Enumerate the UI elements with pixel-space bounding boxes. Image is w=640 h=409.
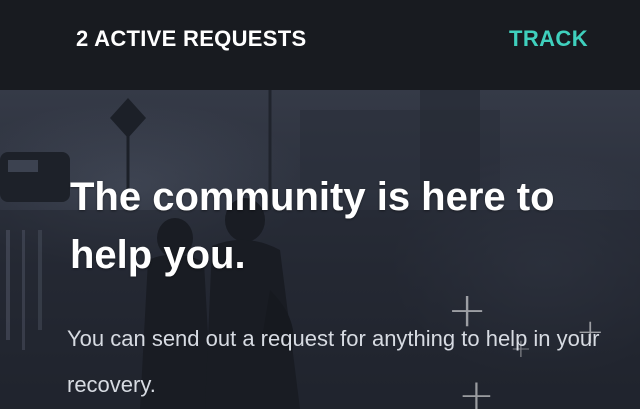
hero-subtext: You can send out a request for anything …: [67, 326, 600, 397]
hero-headline: The community is here to help you.: [70, 175, 555, 277]
active-requests-label[interactable]: 2 ACTIVE REQUESTS: [76, 26, 306, 52]
track-button[interactable]: TRACK: [509, 26, 588, 52]
screen: 2 ACTIVE REQUESTS TRACK The community is…: [0, 0, 640, 409]
top-bar: 2 ACTIVE REQUESTS TRACK: [0, 0, 640, 90]
